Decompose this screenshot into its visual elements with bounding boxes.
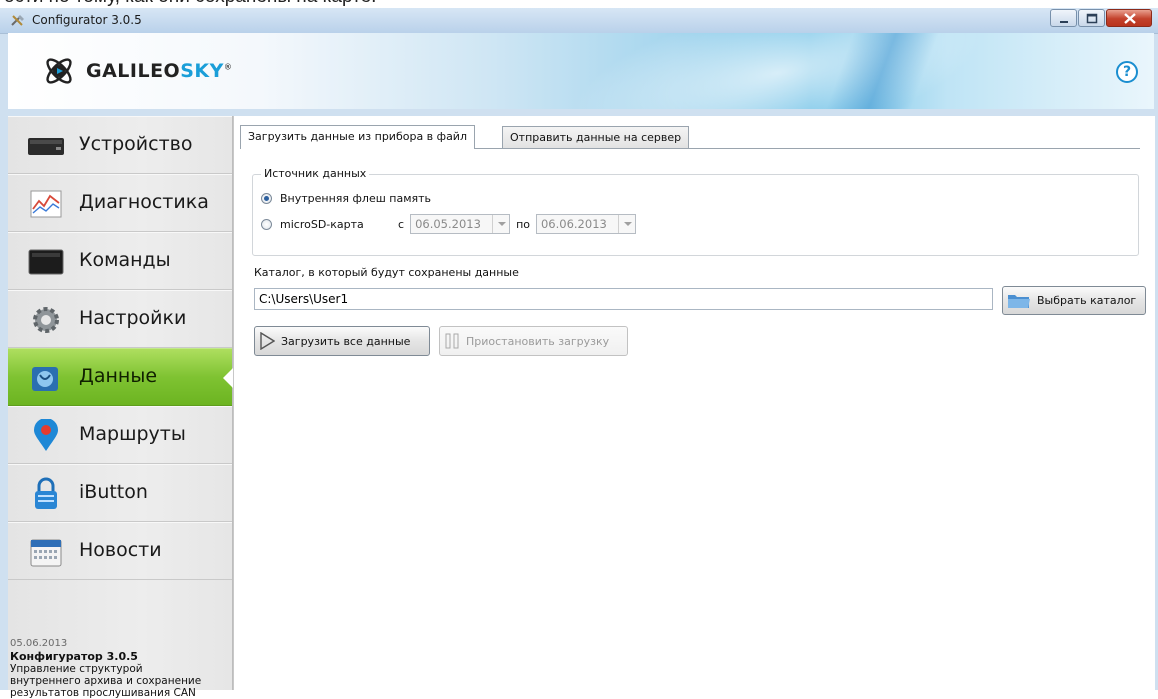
news-date: 05.06.2013: [10, 638, 68, 649]
configurator-window: Configurator 3.0.5 GALILEOSKY® ? Устройс…: [0, 8, 1158, 699]
close-button[interactable]: [1106, 9, 1152, 27]
active-indicator: [223, 368, 233, 388]
chevron-down-icon[interactable]: [617, 215, 635, 233]
sidebar-item-label: Новости: [79, 539, 162, 561]
help-icon: ?: [1122, 64, 1132, 80]
window-title: Configurator 3.0.5: [32, 13, 142, 27]
date-from-label: с: [398, 217, 405, 231]
sidebar-item-commands[interactable]: Команды: [8, 232, 232, 290]
radio-label: microSD-карта: [280, 217, 364, 231]
pause-label: Приостановить загрузку: [466, 334, 610, 348]
app-header: GALILEOSKY® ?: [8, 33, 1154, 109]
tools-icon: [11, 15, 24, 26]
date-from-value: 06.05.2013: [415, 217, 481, 231]
news-title[interactable]: Конфигуратор 3.0.5: [10, 650, 138, 663]
catalog-label: Каталог, в который будут сохранены данны…: [254, 266, 519, 279]
logo-wordmark: GALILEOSKY®: [86, 60, 232, 82]
sidebar-item-label: Настройки: [79, 307, 187, 329]
sidebar-item-label: Данные: [79, 365, 158, 387]
sidebar-item-label: Команды: [79, 249, 171, 271]
calendar-icon: [30, 539, 62, 567]
sidebar-item-label: Маршруты: [79, 423, 186, 445]
close-icon: [1124, 13, 1136, 24]
radio-button[interactable]: [261, 218, 272, 230]
lock-icon: [35, 477, 57, 509]
minimize-icon: [1060, 21, 1068, 23]
sidebar-nav: Устройство Диагностика Команды Настройки: [8, 116, 233, 699]
choose-folder-label: Выбрать каталог: [1037, 294, 1137, 307]
help-button[interactable]: ?: [1116, 61, 1138, 83]
document-text-line: ости по тому, как они сохранены на карте…: [4, 0, 376, 8]
sidebar-item-label: iButton: [79, 481, 148, 503]
radio-button[interactable]: [261, 192, 272, 204]
sidebar-item-settings[interactable]: Настройки: [8, 290, 232, 348]
galileosky-logo-icon: [46, 58, 72, 84]
group-legend: Источник данных: [261, 167, 370, 180]
sidebar-item-diagnostics[interactable]: Диагностика: [8, 174, 232, 232]
diagnostics-chart-icon: [30, 190, 62, 218]
window-controls: [1049, 9, 1152, 28]
maximize-button[interactable]: [1078, 9, 1105, 27]
galileosky-logo: GALILEOSKY®: [42, 53, 232, 89]
date-to-value: 06.06.2013: [540, 217, 607, 231]
play-icon: [260, 332, 275, 350]
title-bar: Configurator 3.0.5: [0, 8, 1158, 34]
gear-icon: [33, 307, 59, 333]
folder-icon: [1008, 294, 1030, 308]
sidebar-item-news[interactable]: Новости: [8, 522, 232, 580]
date-to-label: по: [516, 217, 530, 231]
radio-microsd[interactable]: microSD-карта с 06.05.2013 по 06.06.2013: [261, 214, 701, 234]
logo-accent-text: SKY: [180, 60, 224, 82]
radio-label: Внутренняя флеш память: [280, 191, 432, 205]
tab-send-to-server[interactable]: Отправить данные на сервер: [502, 126, 690, 148]
pause-button[interactable]: Приостановить загрузку: [439, 326, 628, 356]
news-body: Управление структурой внутреннего архива…: [10, 663, 202, 699]
tab-download-to-file[interactable]: Загрузить данные из прибора в файл: [240, 125, 475, 149]
sidebar-item-label: Устройство: [79, 133, 193, 155]
date-to-picker[interactable]: 06.06.2013: [535, 214, 636, 234]
catalog-path-input[interactable]: [254, 288, 993, 310]
terminal-icon: [28, 249, 64, 275]
logo-main-text: GALILEO: [86, 60, 181, 82]
sidebar-item-data[interactable]: Данные: [8, 348, 233, 406]
data-panel: Загрузить данные из прибора в файл Отпра…: [233, 116, 1155, 690]
data-icon: [32, 367, 58, 391]
chevron-down-icon[interactable]: [492, 215, 509, 233]
load-all-button[interactable]: Загрузить все данные: [254, 326, 430, 356]
document-text-fragment: ости по тому, как они сохранены на карте…: [0, 0, 1158, 8]
minimize-button[interactable]: [1050, 9, 1077, 27]
radio-internal-flash[interactable]: Внутренняя флеш память: [261, 189, 431, 207]
data-source-group: Источник данных Внутренняя флеш память m…: [252, 167, 1139, 256]
load-all-label: Загрузить все данные: [281, 334, 411, 348]
sidebar-item-routes[interactable]: Маршруты: [8, 406, 232, 464]
date-from-picker[interactable]: 06.05.2013: [410, 214, 511, 234]
map-pin-icon: [34, 419, 58, 451]
sidebar-item-ibutton[interactable]: iButton: [8, 464, 232, 522]
maximize-icon: [1086, 13, 1098, 24]
sidebar-item-device[interactable]: Устройство: [8, 116, 232, 174]
device-icon: [28, 138, 64, 155]
logo-registered-mark: ®: [223, 62, 233, 72]
sidebar-item-label: Диагностика: [79, 191, 209, 213]
pause-icon: [445, 333, 459, 349]
choose-folder-button[interactable]: Выбрать каталог: [1002, 286, 1146, 315]
